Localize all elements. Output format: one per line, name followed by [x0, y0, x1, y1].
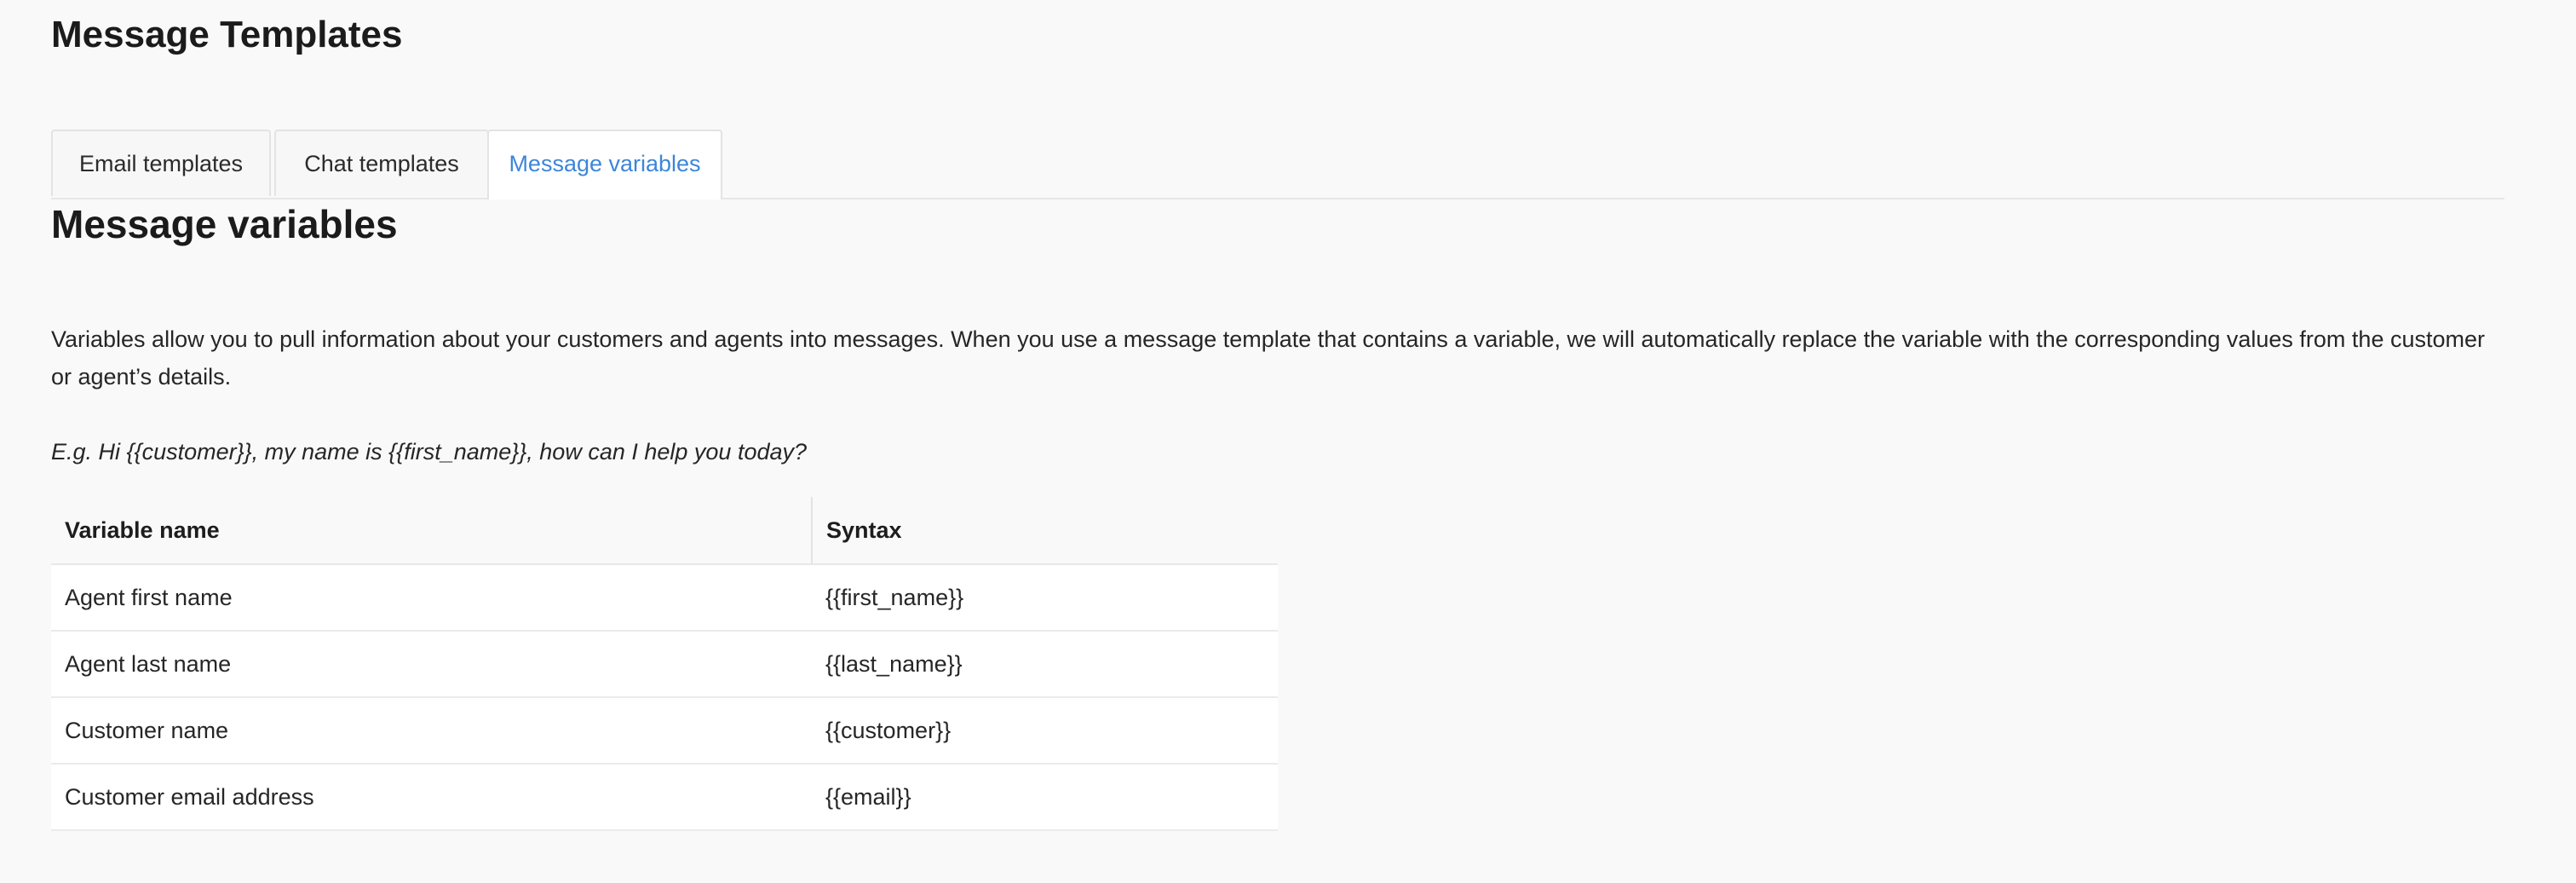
variable-name-cell: Agent first name: [51, 564, 812, 632]
table-row: Customer email address {{email}}: [51, 764, 1278, 831]
variable-name-cell: Customer email address: [51, 764, 812, 831]
variable-syntax-cell: {{email}}: [812, 764, 1278, 831]
tab-message-variables[interactable]: Message variables: [487, 130, 722, 199]
table-row: Agent first name {{first_name}}: [51, 564, 1278, 632]
variable-name-cell: Customer name: [51, 697, 812, 765]
table-row: Agent last name {{last_name}}: [51, 631, 1278, 698]
variable-syntax-cell: {{last_name}}: [812, 631, 1278, 698]
tab-email-templates[interactable]: Email templates: [51, 130, 271, 196]
variable-syntax-cell: {{customer}}: [812, 697, 1278, 765]
variable-name-cell: Agent last name: [51, 631, 812, 698]
variable-syntax-cell: {{first_name}}: [812, 564, 1278, 632]
page: Message Templates Email templates Chat t…: [0, 0, 2576, 883]
tab-bar: Email templates Chat templates Message v…: [51, 130, 2504, 199]
section-description: Variables allow you to pull information …: [51, 326, 2485, 390]
table-row: Customer name {{customer}}: [51, 697, 1278, 765]
section-title: Message variables: [51, 202, 398, 246]
table-header-row: Variable name Syntax: [51, 497, 1278, 565]
column-header-syntax: Syntax: [812, 497, 1278, 565]
tab-chat-templates[interactable]: Chat templates: [274, 130, 489, 196]
example-text: E.g. Hi {{customer}}, my name is {{first…: [51, 439, 808, 465]
page-title: Message Templates: [51, 14, 403, 55]
column-header-variable-name: Variable name: [51, 497, 813, 565]
variables-table: Variable name Syntax Agent first name {{…: [51, 497, 1278, 831]
